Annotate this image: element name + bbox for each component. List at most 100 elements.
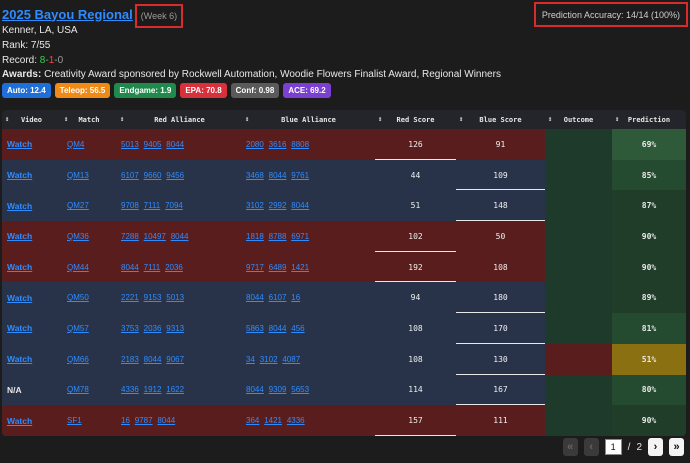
- team-link[interactable]: 8044: [121, 263, 139, 272]
- team-link[interactable]: 3616: [269, 140, 287, 149]
- team-link[interactable]: 8044: [246, 385, 264, 394]
- watch-video-link[interactable]: Watch: [7, 170, 32, 180]
- team-link[interactable]: 6489: [269, 263, 287, 272]
- watch-video-link[interactable]: Watch: [7, 262, 32, 272]
- match-link[interactable]: QM78: [67, 385, 89, 394]
- team-link[interactable]: 34: [246, 355, 255, 364]
- team-link[interactable]: 16: [121, 416, 130, 425]
- column-header-label: Prediction: [627, 115, 671, 124]
- team-link[interactable]: 5653: [291, 385, 309, 394]
- team-link[interactable]: 8044: [157, 416, 175, 425]
- column-header[interactable]: ↕ Prediction: [612, 110, 686, 129]
- page-input[interactable]: 1: [604, 439, 622, 455]
- team-link[interactable]: 2036: [144, 324, 162, 333]
- blue-score-cell: 167: [456, 375, 545, 406]
- team-link[interactable]: 9153: [144, 293, 162, 302]
- red-score: 44: [410, 170, 421, 180]
- team-link[interactable]: 5863: [246, 324, 264, 333]
- team-link[interactable]: 1421: [291, 263, 309, 272]
- team-link[interactable]: 9309: [269, 385, 287, 394]
- team-link[interactable]: 8044: [144, 355, 162, 364]
- match-link[interactable]: QM13: [67, 171, 89, 180]
- team-link[interactable]: 4087: [282, 355, 300, 364]
- team-link[interactable]: 8808: [291, 140, 309, 149]
- match-link[interactable]: QM44: [67, 263, 89, 272]
- watch-video-link[interactable]: Watch: [7, 139, 32, 149]
- team-link[interactable]: 9456: [166, 171, 184, 180]
- team-link[interactable]: 2183: [121, 355, 139, 364]
- team-link[interactable]: 5013: [121, 140, 139, 149]
- team-link[interactable]: 3753: [121, 324, 139, 333]
- team-link[interactable]: 1421: [264, 416, 282, 425]
- match-link[interactable]: QM36: [67, 232, 89, 241]
- team-link[interactable]: 2221: [121, 293, 139, 302]
- watch-video-link[interactable]: Watch: [7, 354, 32, 364]
- team-link[interactable]: 1818: [246, 232, 264, 241]
- team-link[interactable]: 9313: [166, 324, 184, 333]
- watch-video-link[interactable]: Watch: [7, 231, 32, 241]
- match-link[interactable]: QM57: [67, 324, 89, 333]
- last-page-button[interactable]: »: [669, 438, 684, 456]
- team-link[interactable]: 3102: [246, 201, 264, 210]
- team-link[interactable]: 9787: [135, 416, 153, 425]
- team-link[interactable]: 456: [291, 324, 304, 333]
- column-header[interactable]: ↕ Outcome: [545, 110, 612, 129]
- team-link[interactable]: 9761: [291, 171, 309, 180]
- match-link[interactable]: QM4: [67, 140, 84, 149]
- watch-video-link[interactable]: Watch: [7, 293, 32, 303]
- team-link[interactable]: 5013: [166, 293, 184, 302]
- team-link[interactable]: 6107: [269, 293, 287, 302]
- team-link[interactable]: 364: [246, 416, 259, 425]
- match-link[interactable]: QM50: [67, 293, 89, 302]
- team-link[interactable]: 16: [291, 293, 300, 302]
- team-link[interactable]: 9405: [144, 140, 162, 149]
- red-alliance-cell: 2183 8044 9067: [117, 344, 242, 375]
- team-link[interactable]: 2036: [165, 263, 183, 272]
- team-link[interactable]: 7288: [121, 232, 139, 241]
- team-link[interactable]: 9067: [166, 355, 184, 364]
- team-link[interactable]: 9660: [144, 171, 162, 180]
- team-link[interactable]: 10497: [144, 232, 166, 241]
- watch-video-link[interactable]: Watch: [7, 416, 32, 426]
- column-header[interactable]: ↕ Red Alliance: [117, 110, 242, 129]
- match-cell: QM4: [61, 129, 117, 160]
- column-header[interactable]: ↕ Red Score: [375, 110, 456, 129]
- event-name-link[interactable]: 2025 Bayou Regional: [2, 7, 133, 22]
- team-link[interactable]: 8044: [269, 324, 287, 333]
- red-alliance-cell: 3753 2036 9313: [117, 313, 242, 344]
- column-header[interactable]: ↕ Match: [61, 110, 117, 129]
- match-link[interactable]: QM27: [67, 201, 89, 210]
- team-link[interactable]: 8044: [291, 201, 309, 210]
- watch-video-link[interactable]: Watch: [7, 201, 32, 211]
- team-link[interactable]: 8788: [269, 232, 287, 241]
- watch-video-link[interactable]: Watch: [7, 323, 32, 333]
- team-link[interactable]: 8044: [246, 293, 264, 302]
- team-link[interactable]: 6107: [121, 171, 139, 180]
- team-link[interactable]: 7111: [144, 201, 161, 210]
- team-link[interactable]: 4336: [121, 385, 139, 394]
- team-link[interactable]: 7111: [144, 263, 161, 272]
- match-link[interactable]: QM66: [67, 355, 89, 364]
- first-page-button[interactable]: «: [562, 438, 578, 456]
- column-header[interactable]: ↕ Blue Alliance: [242, 110, 375, 129]
- team-link[interactable]: 8044: [171, 232, 189, 241]
- winner-underline: [375, 434, 456, 436]
- column-header[interactable]: ↕ Video: [2, 110, 61, 129]
- team-link[interactable]: 9708: [121, 201, 139, 210]
- team-link[interactable]: 2992: [269, 201, 287, 210]
- team-link[interactable]: 8044: [166, 140, 184, 149]
- team-link[interactable]: 1622: [166, 385, 184, 394]
- team-link[interactable]: 4336: [287, 416, 305, 425]
- team-link[interactable]: 3468: [246, 171, 264, 180]
- team-link[interactable]: 8044: [269, 171, 287, 180]
- team-link[interactable]: 7094: [165, 201, 183, 210]
- team-link[interactable]: 1912: [144, 385, 162, 394]
- team-link[interactable]: 9717: [246, 263, 264, 272]
- match-link[interactable]: SF1: [67, 416, 82, 425]
- team-link[interactable]: 3102: [260, 355, 278, 364]
- column-header[interactable]: ↕ Blue Score: [456, 110, 545, 129]
- next-page-button[interactable]: ›: [648, 438, 663, 456]
- team-link[interactable]: 6971: [291, 232, 309, 241]
- team-link[interactable]: 2080: [246, 140, 264, 149]
- prev-page-button[interactable]: ‹: [583, 438, 599, 456]
